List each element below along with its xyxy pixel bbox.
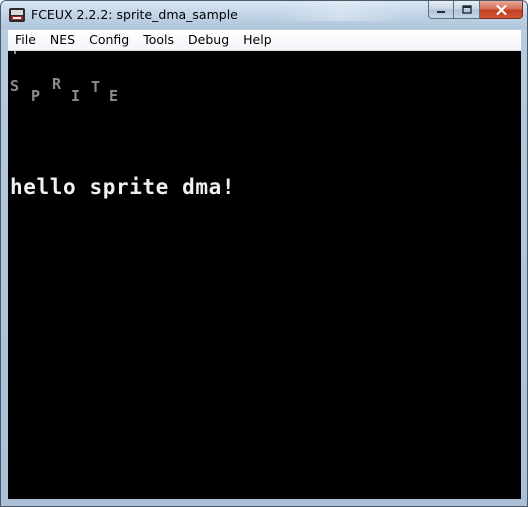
minimize-button[interactable] xyxy=(428,1,454,19)
title-bar[interactable]: FCEUX 2.2.2: sprite_dma_sample xyxy=(1,1,527,29)
sprite-letter-i: I xyxy=(71,87,81,105)
menu-tools[interactable]: Tools xyxy=(136,30,181,50)
sprite-fragment xyxy=(14,51,16,54)
minimize-icon xyxy=(437,10,445,13)
emulator-window: FCEUX 2.2.2: sprite_dma_sample File NES … xyxy=(0,0,528,507)
menu-nes-label: NES xyxy=(49,32,76,47)
menu-debug[interactable]: Debug xyxy=(181,30,236,50)
menu-nes[interactable]: NES xyxy=(43,30,82,50)
maximize-icon xyxy=(461,5,472,14)
game-screen[interactable]: S P R I T E hello sprite dma! xyxy=(8,51,521,499)
close-icon xyxy=(496,4,506,15)
menu-config-label: Config xyxy=(89,32,130,47)
menu-bar: File NES Config Tools Debug Help xyxy=(8,30,521,51)
menu-config[interactable]: Config xyxy=(82,30,136,50)
menu-debug-label: Debug xyxy=(188,32,230,47)
sprite-letter-t: T xyxy=(91,78,101,96)
menu-help-label: Help xyxy=(243,32,272,47)
sprite-letter-r: R xyxy=(52,75,62,93)
close-button[interactable] xyxy=(480,1,523,19)
menu-file[interactable]: File xyxy=(8,30,43,50)
menu-file-label: File xyxy=(15,32,36,47)
sprite-letter-s: S xyxy=(10,77,20,95)
sprite-letter-e: E xyxy=(109,87,119,105)
sprite-letter-p: P xyxy=(31,87,41,105)
window-controls xyxy=(428,1,523,21)
menu-tools-label: Tools xyxy=(143,32,175,47)
menu-help[interactable]: Help xyxy=(236,30,279,50)
maximize-button[interactable] xyxy=(454,1,480,19)
hello-message: hello sprite dma! xyxy=(10,175,236,199)
title-bar-glass xyxy=(277,1,407,21)
fceux-app-icon[interactable] xyxy=(8,6,26,24)
window-title: FCEUX 2.2.2: sprite_dma_sample xyxy=(31,7,238,22)
